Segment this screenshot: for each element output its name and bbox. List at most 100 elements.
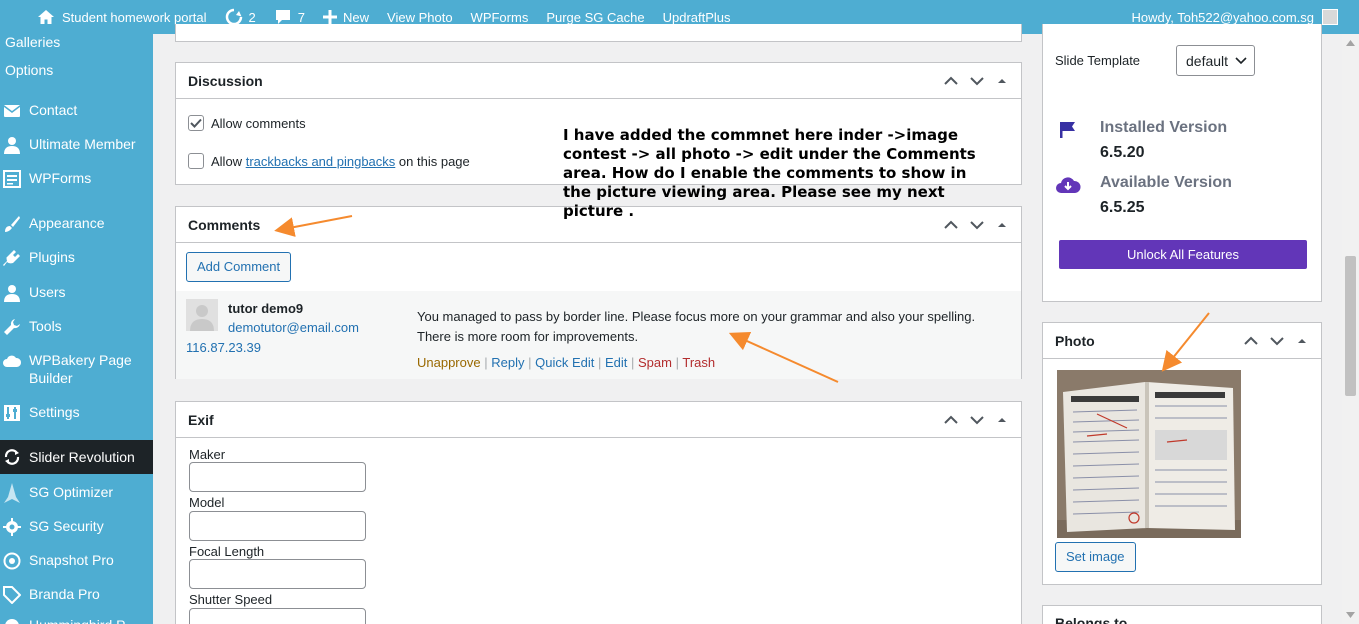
hummingbird-icon: [2, 616, 22, 624]
belongs-to-title: Belongs to: [1055, 615, 1128, 624]
comment-avatar: [186, 299, 218, 331]
users-icon: [2, 283, 22, 303]
discussion-title: Discussion: [188, 72, 263, 89]
caret-up-icon[interactable]: [1295, 336, 1309, 346]
comment-ip[interactable]: 116.87.23.39: [186, 340, 261, 355]
contact-icon: [2, 101, 22, 121]
caret-up-icon[interactable]: [995, 76, 1009, 86]
avatar: [1322, 9, 1338, 25]
site-name: Student homework portal: [62, 9, 207, 25]
sidebar-label: Plugins: [29, 249, 75, 265]
sidebar-item-branda-pro[interactable]: Branda Pro: [0, 585, 153, 605]
unapprove-link[interactable]: Unapprove: [417, 355, 481, 370]
sidebar-item-wpforms[interactable]: WPForms: [0, 169, 153, 189]
sidebar-label: WPForms: [29, 170, 92, 186]
exif-model-label: Model: [189, 495, 225, 510]
tag-icon: [2, 585, 22, 605]
quick-edit-link[interactable]: Quick Edit: [535, 355, 594, 370]
chevron-up-icon[interactable]: [1243, 336, 1259, 346]
set-image-button[interactable]: Set image: [1055, 542, 1136, 572]
sidebar-item-tools[interactable]: Tools: [0, 317, 153, 337]
trash-link[interactable]: Trash: [682, 355, 715, 370]
chevron-down-icon: [1235, 56, 1247, 64]
caret-up-icon[interactable]: [995, 220, 1009, 230]
slide-template-select[interactable]: default: [1176, 45, 1255, 76]
slide-template-value: default: [1186, 52, 1229, 69]
page-scrollbar[interactable]: [1342, 34, 1359, 624]
scroll-up-icon[interactable]: [1346, 40, 1355, 46]
form-icon: [2, 169, 22, 189]
scroll-thumb[interactable]: [1345, 256, 1356, 396]
caret-up-icon[interactable]: [995, 415, 1009, 425]
sidebar-item-hummingbird[interactable]: Hummingbird P...: [0, 616, 153, 624]
submenu-galleries[interactable]: Galleries: [5, 34, 60, 50]
comment-email[interactable]: demotutor@email.com: [228, 320, 359, 335]
belongs-to-box: Belongs to: [1042, 605, 1322, 624]
wrench-icon: [2, 317, 22, 337]
user-icon: [2, 135, 22, 155]
chevron-down-icon[interactable]: [969, 76, 985, 86]
checkmark-icon: [190, 118, 202, 128]
sidebar-item-plugins[interactable]: Plugins: [0, 248, 153, 268]
cloud-icon: [2, 351, 22, 371]
plus-icon: [323, 10, 337, 24]
trackbacks-link[interactable]: trackbacks and pingbacks: [246, 154, 396, 169]
sidebar-label: SG Optimizer: [29, 484, 114, 500]
chevron-up-icon[interactable]: [943, 220, 959, 230]
comments-count: 7: [297, 9, 305, 25]
settings-icon: [2, 403, 22, 423]
submenu-options[interactable]: Options: [5, 62, 53, 78]
spam-link[interactable]: Spam: [638, 355, 672, 370]
installed-version-label: Installed Version: [1100, 119, 1228, 136]
updates-count: 2: [248, 9, 256, 25]
sidebar-label: SG Security: [29, 518, 104, 534]
chevron-up-icon[interactable]: [943, 76, 959, 86]
allow-trackbacks-checkbox[interactable]: [188, 153, 204, 169]
exif-shutter-speed-input[interactable]: [189, 608, 366, 624]
slider-options-box: Slide Template default Installed Version…: [1042, 24, 1322, 302]
sidebar-item-snapshot-pro[interactable]: Snapshot Pro: [0, 551, 153, 571]
sidebar-item-sg-optimizer[interactable]: SG Optimizer: [0, 483, 153, 503]
add-comment-button[interactable]: Add Comment: [186, 252, 292, 282]
home-icon: [38, 10, 54, 24]
allow-suffix: on this page: [398, 153, 470, 169]
exif-header: Exif: [176, 402, 1021, 438]
allow-comments-checkbox[interactable]: [188, 115, 204, 131]
exif-shutter-speed-label: Shutter Speed: [189, 592, 273, 607]
exif-maker-label: Maker: [189, 447, 226, 462]
sidebar-label: Contact: [29, 102, 78, 118]
sidebar-label: WPBakery Page Builder: [29, 352, 132, 386]
sidebar-item-wpbakery[interactable]: WPBakery Page Builder: [0, 351, 153, 387]
available-version-value: 6.5.25: [1100, 199, 1145, 216]
sidebar-item-sg-security[interactable]: SG Security: [0, 517, 153, 537]
refresh-icon: [2, 447, 22, 467]
exif-box: Exif Maker Model Focal Length Shutter Sp…: [175, 401, 1022, 624]
reply-link[interactable]: Reply: [491, 355, 524, 370]
chevron-down-icon[interactable]: [1269, 336, 1285, 346]
sidebar-label: Users: [29, 284, 66, 300]
gear-icon: [2, 517, 22, 537]
allow-prefix: Allow: [211, 153, 243, 169]
sidebar-item-contact[interactable]: Contact: [0, 101, 153, 121]
sidebar-item-ultimate-member[interactable]: Ultimate Member: [0, 135, 153, 155]
exif-model-input[interactable]: [189, 511, 366, 541]
new-label: New: [343, 9, 370, 25]
exif-controls: [943, 415, 1009, 425]
scroll-down-icon[interactable]: [1346, 612, 1355, 618]
homework-photo-thumbnail[interactable]: [1057, 370, 1241, 538]
sidebar-item-users[interactable]: Users: [0, 283, 153, 303]
discussion-header: Discussion: [176, 63, 1021, 99]
chevron-down-icon[interactable]: [969, 415, 985, 425]
unlock-features-button[interactable]: Unlock All Features: [1059, 240, 1307, 269]
sidebar-item-appearance[interactable]: Appearance: [0, 214, 153, 234]
sidebar-item-slider-revolution[interactable]: Slider Revolution: [0, 440, 153, 474]
sidebar-item-settings[interactable]: Settings: [0, 403, 153, 423]
snapshot-icon: [2, 551, 22, 571]
photo-controls: [1243, 336, 1309, 346]
chevron-up-icon[interactable]: [943, 415, 959, 425]
exif-maker-input[interactable]: [189, 462, 366, 492]
edit-link[interactable]: Edit: [605, 355, 627, 370]
comment-bubble-icon: [275, 10, 290, 24]
exif-focal-length-input[interactable]: [189, 559, 366, 589]
chevron-down-icon[interactable]: [969, 220, 985, 230]
